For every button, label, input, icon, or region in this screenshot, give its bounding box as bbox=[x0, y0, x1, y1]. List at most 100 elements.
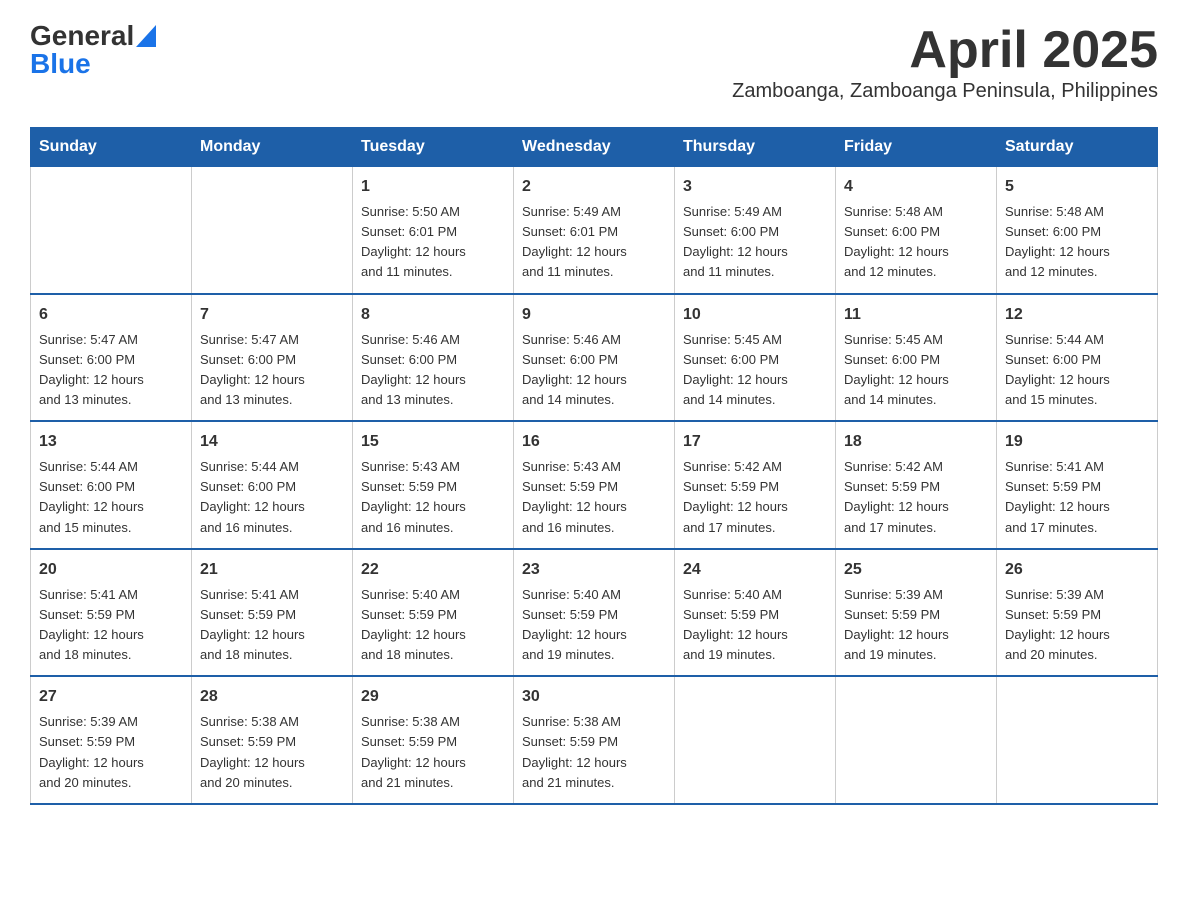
day-info: Sunrise: 5:44 AM Sunset: 6:00 PM Dayligh… bbox=[200, 457, 344, 538]
day-number: 14 bbox=[200, 430, 344, 454]
day-info: Sunrise: 5:42 AM Sunset: 5:59 PM Dayligh… bbox=[844, 457, 988, 538]
day-number: 24 bbox=[683, 558, 827, 582]
calendar-header: Sunday Monday Tuesday Wednesday Thursday… bbox=[31, 128, 1158, 167]
calendar-week-row: 6 Sunrise: 5:47 AM Sunset: 6:00 PM Daylig… bbox=[31, 294, 1158, 422]
day-number: 1 bbox=[361, 175, 505, 199]
logo-blue-text: Blue bbox=[30, 48, 91, 79]
day-info: Sunrise: 5:42 AM Sunset: 5:59 PM Dayligh… bbox=[683, 457, 827, 538]
day-number: 29 bbox=[361, 685, 505, 709]
calendar-cell: 15 Sunrise: 5:43 AM Sunset: 5:59 PM Dayli… bbox=[353, 421, 514, 549]
day-number: 9 bbox=[522, 303, 666, 327]
day-info: Sunrise: 5:47 AM Sunset: 6:00 PM Dayligh… bbox=[39, 330, 183, 411]
day-info: Sunrise: 5:50 AM Sunset: 6:01 PM Dayligh… bbox=[361, 202, 505, 283]
header-row: Sunday Monday Tuesday Wednesday Thursday… bbox=[31, 128, 1158, 167]
calendar-cell: 26Sunrise: 5:39 AM Sunset: 5:59 PM Dayli… bbox=[997, 549, 1158, 677]
day-info: Sunrise: 5:41 AM Sunset: 5:59 PM Dayligh… bbox=[39, 585, 183, 666]
day-number: 15 bbox=[361, 430, 505, 454]
day-info: Sunrise: 5:38 AM Sunset: 5:59 PM Dayligh… bbox=[200, 712, 344, 793]
day-number: 13 bbox=[39, 430, 183, 454]
day-info: Sunrise: 5:45 AM Sunset: 6:00 PM Dayligh… bbox=[844, 330, 988, 411]
day-number: 19 bbox=[1005, 430, 1149, 454]
day-info: Sunrise: 5:40 AM Sunset: 5:59 PM Dayligh… bbox=[683, 585, 827, 666]
day-info: Sunrise: 5:41 AM Sunset: 5:59 PM Dayligh… bbox=[1005, 457, 1149, 538]
calendar-cell: 24 Sunrise: 5:40 AM Sunset: 5:59 PM Dayli… bbox=[675, 549, 836, 677]
day-number: 17 bbox=[683, 430, 827, 454]
calendar-cell: 5 Sunrise: 5:48 AM Sunset: 6:00 PM Daylig… bbox=[997, 167, 1158, 294]
calendar-cell: 16 Sunrise: 5:43 AM Sunset: 5:59 PM Dayli… bbox=[514, 421, 675, 549]
calendar-cell: 30 Sunrise: 5:38 AM Sunset: 5:59 PM Dayli… bbox=[514, 676, 675, 804]
calendar-week-row: 1 Sunrise: 5:50 AM Sunset: 6:01 PM Daylig… bbox=[31, 167, 1158, 294]
day-number: 3 bbox=[683, 175, 827, 199]
day-info: Sunrise: 5:41 AM Sunset: 5:59 PM Dayligh… bbox=[200, 585, 344, 666]
day-info: Sunrise: 5:44 AM Sunset: 6:00 PM Dayligh… bbox=[39, 457, 183, 538]
calendar-cell: 14 Sunrise: 5:44 AM Sunset: 6:00 PM Dayli… bbox=[192, 421, 353, 549]
day-number: 7 bbox=[200, 303, 344, 327]
page-subtitle: Zamboanga, Zamboanga Peninsula, Philippi… bbox=[732, 80, 1158, 103]
day-number: 6 bbox=[39, 303, 183, 327]
calendar-cell: 4 Sunrise: 5:48 AM Sunset: 6:00 PM Daylig… bbox=[836, 167, 997, 294]
day-number: 18 bbox=[844, 430, 988, 454]
calendar-cell: 23 Sunrise: 5:40 AM Sunset: 5:59 PM Dayli… bbox=[514, 549, 675, 677]
header-right: April 2025 Zamboanga, Zamboanga Peninsul… bbox=[732, 20, 1158, 117]
calendar-week-row: 20 Sunrise: 5:41 AM Sunset: 5:59 PM Dayli… bbox=[31, 549, 1158, 677]
day-info: Sunrise: 5:48 AM Sunset: 6:00 PM Dayligh… bbox=[844, 202, 988, 283]
day-info: Sunrise: 5:38 AM Sunset: 5:59 PM Dayligh… bbox=[361, 712, 505, 793]
page-title: April 2025 bbox=[909, 20, 1158, 80]
day-info: Sunrise: 5:44 AM Sunset: 6:00 PM Dayligh… bbox=[1005, 330, 1149, 411]
day-info: Sunrise: 5:47 AM Sunset: 6:00 PM Dayligh… bbox=[200, 330, 344, 411]
calendar-cell: 1 Sunrise: 5:50 AM Sunset: 6:01 PM Daylig… bbox=[353, 167, 514, 294]
day-info: Sunrise: 5:38 AM Sunset: 5:59 PM Dayligh… bbox=[522, 712, 666, 793]
day-info: Sunrise: 5:43 AM Sunset: 5:59 PM Dayligh… bbox=[522, 457, 666, 538]
col-monday: Monday bbox=[192, 128, 353, 167]
day-number: 10 bbox=[683, 303, 827, 327]
calendar-cell: 9Sunrise: 5:46 AM Sunset: 6:00 PM Daylig… bbox=[514, 294, 675, 422]
day-number: 12 bbox=[1005, 303, 1149, 327]
calendar-cell: 19 Sunrise: 5:41 AM Sunset: 5:59 PM Dayli… bbox=[997, 421, 1158, 549]
calendar-week-row: 13 Sunrise: 5:44 AM Sunset: 6:00 PM Dayli… bbox=[31, 421, 1158, 549]
calendar-cell: 7 Sunrise: 5:47 AM Sunset: 6:00 PM Daylig… bbox=[192, 294, 353, 422]
day-number: 27 bbox=[39, 685, 183, 709]
calendar-cell: 11Sunrise: 5:45 AM Sunset: 6:00 PM Dayli… bbox=[836, 294, 997, 422]
calendar-cell: 2 Sunrise: 5:49 AM Sunset: 6:01 PM Daylig… bbox=[514, 167, 675, 294]
day-number: 8 bbox=[361, 303, 505, 327]
day-number: 28 bbox=[200, 685, 344, 709]
calendar-cell: 27 Sunrise: 5:39 AM Sunset: 5:59 PM Dayli… bbox=[31, 676, 192, 804]
day-number: 4 bbox=[844, 175, 988, 199]
day-number: 21 bbox=[200, 558, 344, 582]
calendar-cell: 28 Sunrise: 5:38 AM Sunset: 5:59 PM Dayli… bbox=[192, 676, 353, 804]
col-saturday: Saturday bbox=[997, 128, 1158, 167]
day-info: Sunrise: 5:43 AM Sunset: 5:59 PM Dayligh… bbox=[361, 457, 505, 538]
day-number: 20 bbox=[39, 558, 183, 582]
day-info: Sunrise: 5:40 AM Sunset: 5:59 PM Dayligh… bbox=[522, 585, 666, 666]
calendar-cell: 29 Sunrise: 5:38 AM Sunset: 5:59 PM Dayli… bbox=[353, 676, 514, 804]
calendar-body: 1 Sunrise: 5:50 AM Sunset: 6:01 PM Daylig… bbox=[31, 167, 1158, 804]
day-info: Sunrise: 5:39 AM Sunset: 5:59 PM Dayligh… bbox=[844, 585, 988, 666]
day-number: 22 bbox=[361, 558, 505, 582]
calendar-cell: 20 Sunrise: 5:41 AM Sunset: 5:59 PM Dayli… bbox=[31, 549, 192, 677]
page-header: General Blue April 2025 Zamboanga, Zambo… bbox=[30, 20, 1158, 117]
day-info: Sunrise: 5:39 AM Sunset: 5:59 PM Dayligh… bbox=[39, 712, 183, 793]
col-tuesday: Tuesday bbox=[353, 128, 514, 167]
calendar-cell: 21 Sunrise: 5:41 AM Sunset: 5:59 PM Dayli… bbox=[192, 549, 353, 677]
calendar-cell: 3Sunrise: 5:49 AM Sunset: 6:00 PM Daylig… bbox=[675, 167, 836, 294]
day-info: Sunrise: 5:46 AM Sunset: 6:00 PM Dayligh… bbox=[361, 330, 505, 411]
calendar-cell: 12 Sunrise: 5:44 AM Sunset: 6:00 PM Dayli… bbox=[997, 294, 1158, 422]
day-number: 5 bbox=[1005, 175, 1149, 199]
calendar-cell: 17 Sunrise: 5:42 AM Sunset: 5:59 PM Dayli… bbox=[675, 421, 836, 549]
day-info: Sunrise: 5:48 AM Sunset: 6:00 PM Dayligh… bbox=[1005, 202, 1149, 283]
calendar-cell: 13 Sunrise: 5:44 AM Sunset: 6:00 PM Dayli… bbox=[31, 421, 192, 549]
day-number: 16 bbox=[522, 430, 666, 454]
day-number: 2 bbox=[522, 175, 666, 199]
calendar-cell: 6 Sunrise: 5:47 AM Sunset: 6:00 PM Daylig… bbox=[31, 294, 192, 422]
calendar-cell bbox=[675, 676, 836, 804]
day-info: Sunrise: 5:49 AM Sunset: 6:01 PM Dayligh… bbox=[522, 202, 666, 283]
calendar-week-row: 27 Sunrise: 5:39 AM Sunset: 5:59 PM Dayli… bbox=[31, 676, 1158, 804]
day-number: 23 bbox=[522, 558, 666, 582]
calendar-cell: 10Sunrise: 5:45 AM Sunset: 6:00 PM Dayli… bbox=[675, 294, 836, 422]
day-number: 25 bbox=[844, 558, 988, 582]
day-info: Sunrise: 5:40 AM Sunset: 5:59 PM Dayligh… bbox=[361, 585, 505, 666]
col-sunday: Sunday bbox=[31, 128, 192, 167]
day-number: 26 bbox=[1005, 558, 1149, 582]
calendar-cell: 22 Sunrise: 5:40 AM Sunset: 5:59 PM Dayli… bbox=[353, 549, 514, 677]
day-number: 30 bbox=[522, 685, 666, 709]
